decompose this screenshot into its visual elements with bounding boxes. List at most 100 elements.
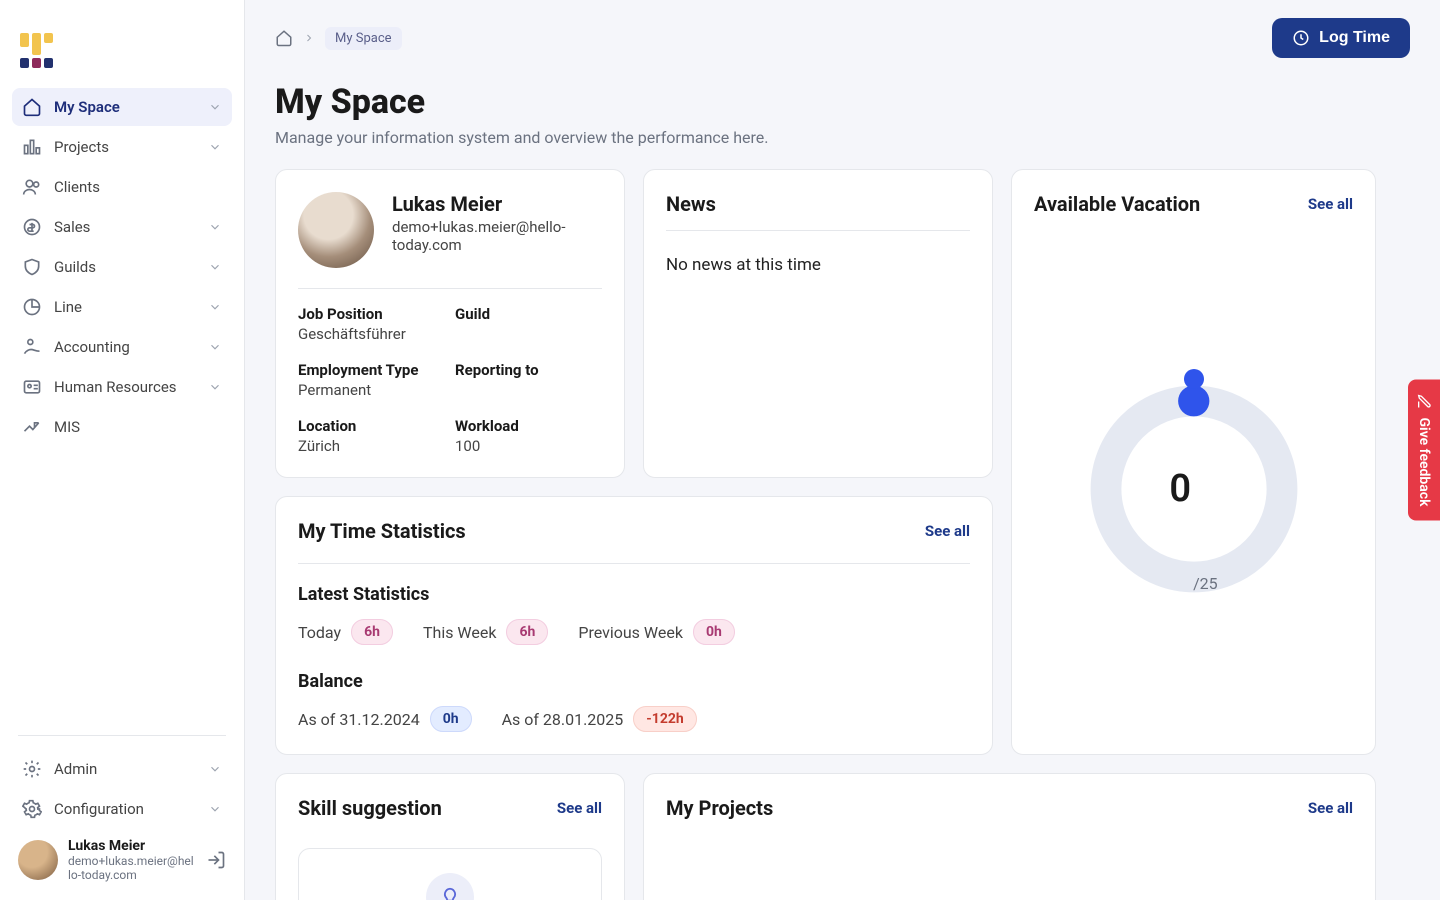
chevron-down-icon (208, 100, 222, 114)
today-label: Today (298, 623, 341, 642)
sidebar-item-projects[interactable]: Projects (12, 128, 232, 166)
avatar[interactable] (18, 840, 58, 880)
projects-card: My Projects See all (643, 773, 1376, 900)
news-title: News (666, 192, 970, 216)
sidebar-item-admin[interactable]: Admin (12, 750, 232, 788)
workload-value: 100 (455, 437, 602, 455)
time-stats-see-all-link[interactable]: See all (925, 522, 970, 540)
balance-1-value: 0h (430, 706, 472, 732)
profile-name: Lukas Meier (68, 838, 196, 854)
shield-icon (22, 257, 42, 277)
brand-logo[interactable] (20, 24, 64, 68)
chevron-right-icon (303, 32, 315, 44)
feedback-label: Give feedback (1416, 418, 1432, 507)
home-icon[interactable] (275, 29, 293, 47)
main-content: My Space Log Time My Space Manage your i… (245, 0, 1440, 900)
sidebar-item-guilds[interactable]: Guilds (12, 248, 232, 286)
location-label: Location (298, 417, 445, 435)
this-week-value: 6h (506, 619, 548, 645)
previous-week-value: 0h (693, 619, 735, 645)
employment-type-value: Permanent (298, 381, 445, 399)
job-position-label: Job Position (298, 305, 445, 323)
sidebar-item-label: Admin (54, 760, 208, 778)
clock-icon (1292, 29, 1310, 47)
gear-icon (22, 759, 42, 779)
sidebar-item-label: Sales (54, 218, 208, 236)
sidebar-item-label: Human Resources (54, 378, 208, 396)
projects-see-all-link[interactable]: See all (1308, 799, 1353, 817)
time-stats-card: My Time Statistics See all Latest Statis… (275, 496, 993, 755)
feedback-tab[interactable]: Give feedback (1408, 380, 1440, 521)
log-time-button[interactable]: Log Time (1272, 18, 1410, 58)
sidebar: My Space Projects Clients Sales Guilds L… (0, 0, 245, 900)
sidebar-item-label: My Space (54, 98, 208, 116)
logout-icon[interactable] (206, 850, 226, 870)
news-card: News No news at this time (643, 169, 993, 478)
secondary-nav: Admin Configuration (12, 750, 232, 828)
today-value: 6h (351, 619, 393, 645)
sidebar-item-clients[interactable]: Clients (12, 168, 232, 206)
chevron-down-icon (208, 220, 222, 234)
profile-name: Lukas Meier (392, 192, 602, 216)
trend-icon (22, 417, 42, 437)
sidebar-item-hr[interactable]: Human Resources (12, 368, 232, 406)
profile-email: demo+lukas.meier@hello-today.com (392, 218, 602, 254)
skill-suggestion-card: Skill suggestion See all Do you have som… (275, 773, 625, 900)
projects-title: My Projects (666, 796, 773, 820)
pie-icon (22, 297, 42, 317)
vacation-title: Available Vacation (1034, 192, 1200, 216)
cog-icon (22, 799, 42, 819)
page-title: My Space (275, 82, 1410, 122)
sidebar-item-label: Line (54, 298, 208, 316)
sidebar-profile: Lukas Meier demo+lukas.meier@hello-today… (12, 828, 232, 888)
sidebar-item-label: Accounting (54, 338, 208, 356)
location-value: Zürich (298, 437, 445, 455)
vacation-see-all-link[interactable]: See all (1308, 195, 1353, 213)
pencil-icon (1416, 394, 1432, 410)
skill-see-all-link[interactable]: See all (557, 799, 602, 817)
chevron-down-icon (208, 380, 222, 394)
breadcrumb-current: My Space (325, 27, 402, 50)
sidebar-item-mis[interactable]: MIS (12, 408, 232, 446)
sidebar-item-accounting[interactable]: Accounting (12, 328, 232, 366)
sidebar-item-my-space[interactable]: My Space (12, 88, 232, 126)
home-icon (22, 97, 42, 117)
sidebar-item-label: Clients (54, 178, 222, 196)
id-card-icon (22, 377, 42, 397)
vacation-donut-chart: 0 /25 (1084, 379, 1304, 599)
sidebar-item-label: Projects (54, 138, 208, 156)
chevron-down-icon (208, 802, 222, 816)
avatar (298, 192, 374, 268)
profile-card: Lukas Meier demo+lukas.meier@hello-today… (275, 169, 625, 478)
chevron-down-icon (208, 140, 222, 154)
latest-stats-heading: Latest Statistics (298, 584, 970, 605)
coin-icon (22, 217, 42, 237)
vacation-card: Available Vacation See all 0 /25 (1011, 169, 1376, 755)
breadcrumb: My Space (275, 27, 402, 50)
balance-heading: Balance (298, 671, 970, 692)
sidebar-item-label: MIS (54, 418, 222, 436)
chevron-down-icon (208, 340, 222, 354)
users-icon (22, 177, 42, 197)
this-week-label: This Week (423, 623, 497, 642)
previous-week-label: Previous Week (578, 623, 683, 642)
sidebar-item-sales[interactable]: Sales (12, 208, 232, 246)
primary-nav: My Space Projects Clients Sales Guilds L… (12, 88, 232, 446)
balance-2-value: -122h (633, 706, 696, 732)
guild-label: Guild (455, 305, 602, 323)
page-subtitle: Manage your information system and overv… (275, 128, 1410, 147)
sidebar-item-line[interactable]: Line (12, 288, 232, 326)
log-time-label: Log Time (1319, 29, 1390, 47)
sidebar-item-configuration[interactable]: Configuration (12, 790, 232, 828)
profile-email: demo+lukas.meier@hello-today.com (68, 854, 196, 882)
reporting-to-label: Reporting to (455, 361, 602, 379)
balance-1-label: As of 31.12.2024 (298, 710, 420, 729)
lightbulb-icon (426, 873, 474, 900)
chevron-down-icon (208, 762, 222, 776)
hand-coin-icon (22, 337, 42, 357)
skill-prompt-box: Do you have some knowledge in this skill… (298, 848, 602, 900)
workload-label: Workload (455, 417, 602, 435)
skill-title: Skill suggestion (298, 796, 442, 820)
topbar: My Space Log Time (275, 18, 1410, 58)
news-empty-state: No news at this time (666, 255, 970, 275)
